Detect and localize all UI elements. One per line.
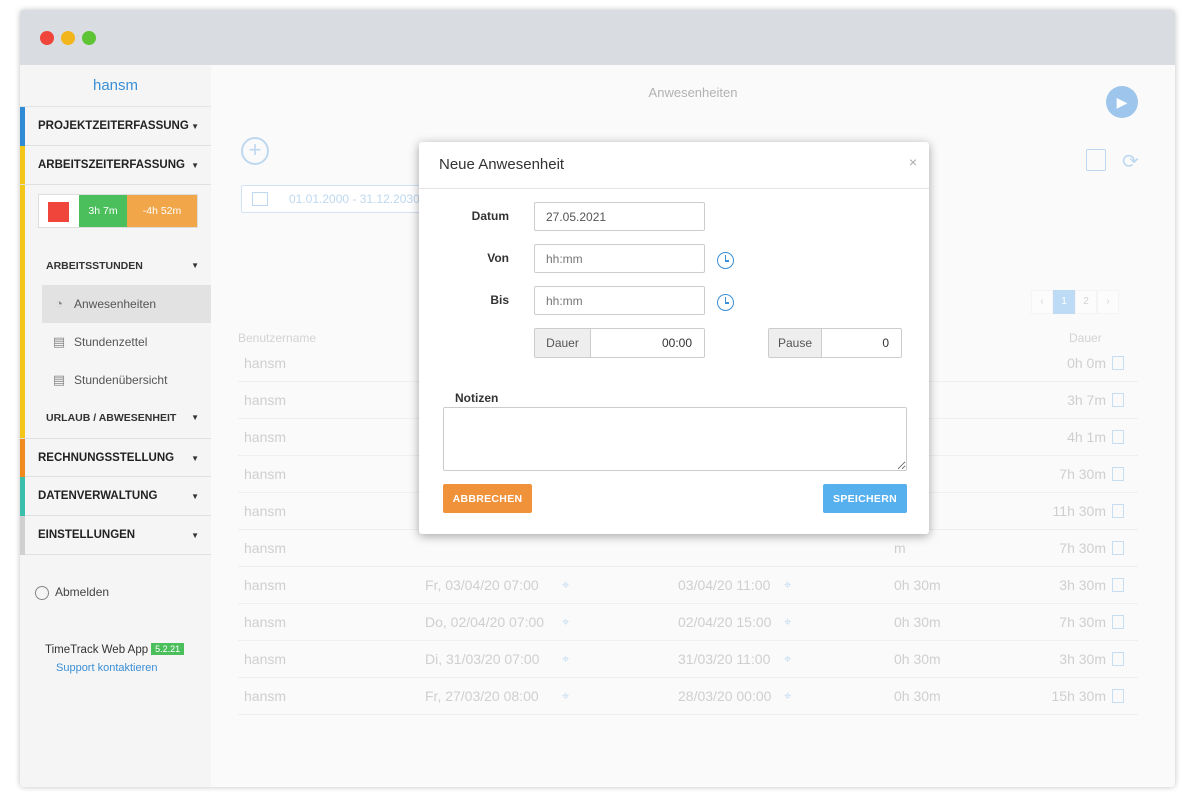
datum-label: Datum: [471, 209, 509, 223]
app-info: TimeTrack Web App 5.2.21: [45, 643, 185, 656]
caret-down-icon: ▼: [191, 261, 199, 270]
von-label: Von: [487, 251, 509, 265]
sidebar-section-label: ARBEITSZEITERFASSUNG: [38, 159, 185, 171]
sidebar-sub-urlaub[interactable]: URLAUB / ABWESENHEIT ▼: [25, 399, 211, 437]
caret-down-icon: ▼: [191, 492, 199, 501]
maximize-window-button[interactable]: [82, 31, 96, 45]
clock-icon[interactable]: [717, 294, 734, 311]
save-button[interactable]: SPEICHERN: [823, 484, 907, 513]
cancel-button[interactable]: ABBRECHEN: [443, 484, 532, 513]
sidebar-item-label: Anwesenheiten: [74, 297, 157, 311]
sidebar-section-arbeitszeiterfassung[interactable]: ARBEITSZEITERFASSUNG ▼: [20, 146, 211, 185]
sidebar-sub-arbeitsstunden[interactable]: ARBEITSSTUNDEN ▼: [25, 247, 211, 285]
bis-label: Bis: [490, 293, 509, 307]
divider: [419, 188, 929, 189]
duration-value: 00:00: [661, 336, 692, 350]
sidebar-sub-label: ARBEITSSTUNDEN: [46, 260, 143, 272]
duration-addon: Dauer: [535, 329, 591, 357]
logout-label: Abmelden: [55, 585, 110, 599]
clock-icon[interactable]: [717, 252, 734, 269]
notizen-label: Notizen: [455, 391, 499, 405]
sidebar-section-label: EINSTELLUNGEN: [38, 529, 136, 541]
support-link[interactable]: Support kontaktieren: [56, 662, 158, 674]
remaining-time: -4h 52m: [127, 195, 197, 227]
sidebar-section-datenverwaltung[interactable]: DATENVERWALTUNG ▼: [20, 477, 211, 516]
pause-field[interactable]: Pause 0: [768, 328, 902, 358]
von-time-field[interactable]: [534, 244, 705, 273]
sidebar-item-anwesenheiten[interactable]: ◔ Anwesenheiten: [42, 285, 211, 323]
sidebar-item-label: Stundenübersicht: [74, 373, 168, 387]
notes-field[interactable]: [443, 407, 907, 471]
sidebar-item-label: Stundenzettel: [74, 335, 148, 349]
caret-down-icon: ▼: [191, 454, 199, 463]
close-icon[interactable]: ×: [909, 154, 917, 170]
pause-addon: Pause: [769, 329, 822, 357]
sidebar-sub-label: URLAUB / ABWESENHEIT: [46, 412, 177, 424]
sidebar-section-rechnungsstellung[interactable]: RECHNUNGSSTELLUNG ▼: [20, 438, 211, 478]
sidebar-section-projektzeiterfassung[interactable]: PROJEKTZEITERFASSUNG ▼: [20, 107, 211, 146]
caret-down-icon: ▼: [191, 161, 199, 170]
caret-down-icon: ▼: [191, 413, 199, 422]
close-window-button[interactable]: [40, 31, 54, 45]
caret-down-icon: ▼: [191, 531, 199, 540]
stop-button[interactable]: [48, 202, 69, 222]
sidebar-section-label: RECHNUNGSSTELLUNG: [38, 452, 175, 464]
version-badge: 5.2.21: [151, 643, 185, 655]
sidebar-section-label: PROJEKTZEITERFASSUNG: [38, 120, 189, 132]
title-bar: [20, 10, 1175, 65]
document-icon: ▤: [52, 334, 66, 349]
sidebar-section-einstellungen[interactable]: EINSTELLUNGEN ▼: [20, 516, 211, 555]
minimize-window-button[interactable]: [61, 31, 75, 45]
section-color-bar: [20, 146, 25, 438]
time-tracker-widget: 3h 7m -4h 52m: [38, 194, 198, 228]
sidebar-username[interactable]: hansm: [20, 65, 211, 107]
power-icon: [35, 585, 49, 600]
app-name: TimeTrack Web App: [45, 644, 149, 656]
caret-down-icon: ▼: [191, 122, 199, 131]
bis-time-field[interactable]: [534, 286, 705, 315]
sidebar-item-stundenzettel[interactable]: ▤ Stundenzettel: [42, 323, 211, 361]
stopwatch-icon: ◔: [55, 296, 63, 311]
datum-field[interactable]: [534, 202, 705, 231]
sidebar-section-label: DATENVERWALTUNG: [38, 490, 158, 502]
new-attendance-dialog: Neue Anwesenheit × Datum Von Bis Dauer 0…: [419, 142, 929, 534]
sidebar: hansm PROJEKTZEITERFASSUNG ▼ ARBEITSZEIT…: [20, 65, 211, 787]
dialog-title: Neue Anwesenheit: [439, 156, 565, 173]
document-icon: ▤: [52, 372, 66, 387]
duration-field[interactable]: Dauer 00:00: [534, 328, 705, 358]
worked-time: 3h 7m: [79, 195, 127, 227]
sidebar-item-stundenuebersicht[interactable]: ▤ Stundenübersicht: [42, 361, 211, 399]
pause-value: 0: [882, 336, 889, 350]
logout-link[interactable]: Abmelden: [35, 585, 109, 600]
